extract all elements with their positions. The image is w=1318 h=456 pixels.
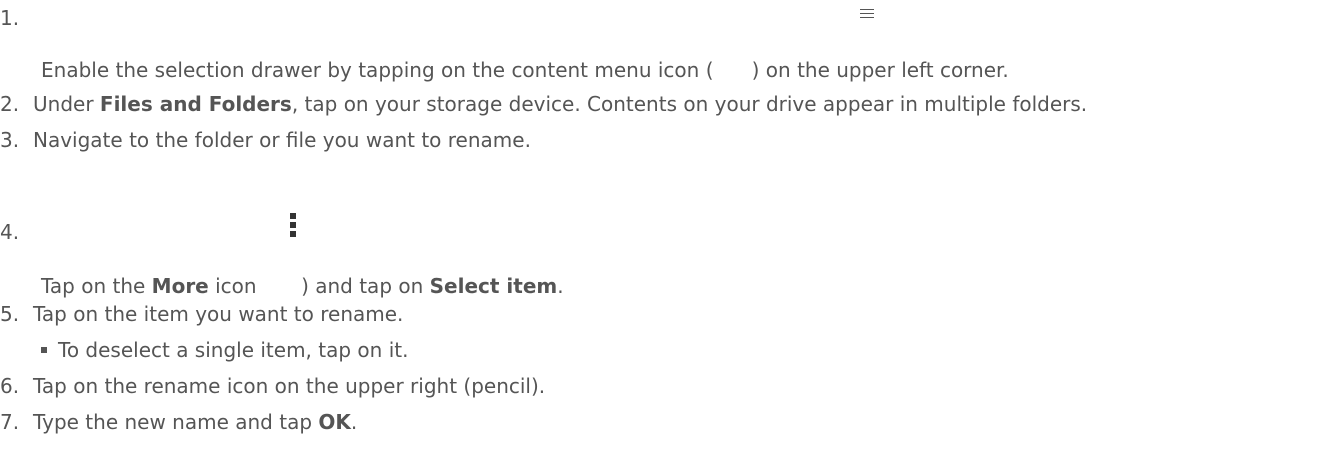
step-text-post: .: [557, 274, 564, 298]
step-text: Navigate to the folder or file you want …: [33, 128, 531, 152]
step-text-mid: icon ) and tap on: [208, 274, 430, 298]
bullet-marker: [41, 347, 47, 353]
step-2: 2.: [0, 92, 19, 116]
step-number: 5.: [0, 302, 20, 326]
step-text: Enable the selection drawer by tapping o…: [41, 58, 1009, 82]
step-6: 6.: [0, 374, 19, 398]
step-4-text: Tap on the More icon ) and tap on Select…: [41, 274, 564, 298]
sub-bullet-item: To deselect a single item, tap on it.: [41, 338, 408, 362]
step-text-post: , tap on your storage device. Contents o…: [291, 92, 1088, 116]
step-text-pre: Under: [33, 92, 100, 116]
step-number: 2.: [0, 92, 20, 116]
step-2-text: Under Files and Folders, tap on your sto…: [33, 92, 1087, 116]
step-number: 1.: [0, 6, 20, 30]
step-1-text: Enable the selection drawer by tapping o…: [41, 58, 1009, 82]
step-3-text: Navigate to the folder or file you want …: [33, 128, 531, 152]
step-text-pre: Type the new name and tap: [33, 410, 319, 434]
step-5-text: Tap on the item you want to rename.: [33, 302, 403, 326]
more-vertical-icon: [290, 213, 296, 238]
bullet-text: To deselect a single item, tap on it.: [58, 338, 409, 362]
step-bold-more: More: [151, 274, 209, 298]
menu-icon: [860, 9, 874, 19]
step-text-pre: Tap on the: [41, 274, 152, 298]
step-5: 5.: [0, 302, 19, 326]
step-bold-ok: OK: [318, 410, 351, 434]
step-4-number: 4.: [0, 220, 19, 244]
step-number: 6.: [0, 374, 20, 398]
step-7: 7.: [0, 410, 19, 434]
step-3: 3.: [0, 128, 19, 152]
step-1-number: 1.: [0, 6, 19, 30]
step-number: 3.: [0, 128, 20, 152]
step-text: Tap on the item you want to rename.: [33, 302, 404, 326]
step-6-text: Tap on the rename icon on the upper righ…: [33, 374, 545, 398]
step-7-text: Type the new name and tap OK.: [33, 410, 357, 434]
step-number: 7.: [0, 410, 20, 434]
step-bold: Files and Folders: [99, 92, 292, 116]
step-text: Tap on the rename icon on the upper righ…: [33, 374, 546, 398]
step-number: 4.: [0, 220, 20, 244]
step-bold-select-item: Select item: [429, 274, 558, 298]
step-text-post: .: [350, 410, 358, 434]
